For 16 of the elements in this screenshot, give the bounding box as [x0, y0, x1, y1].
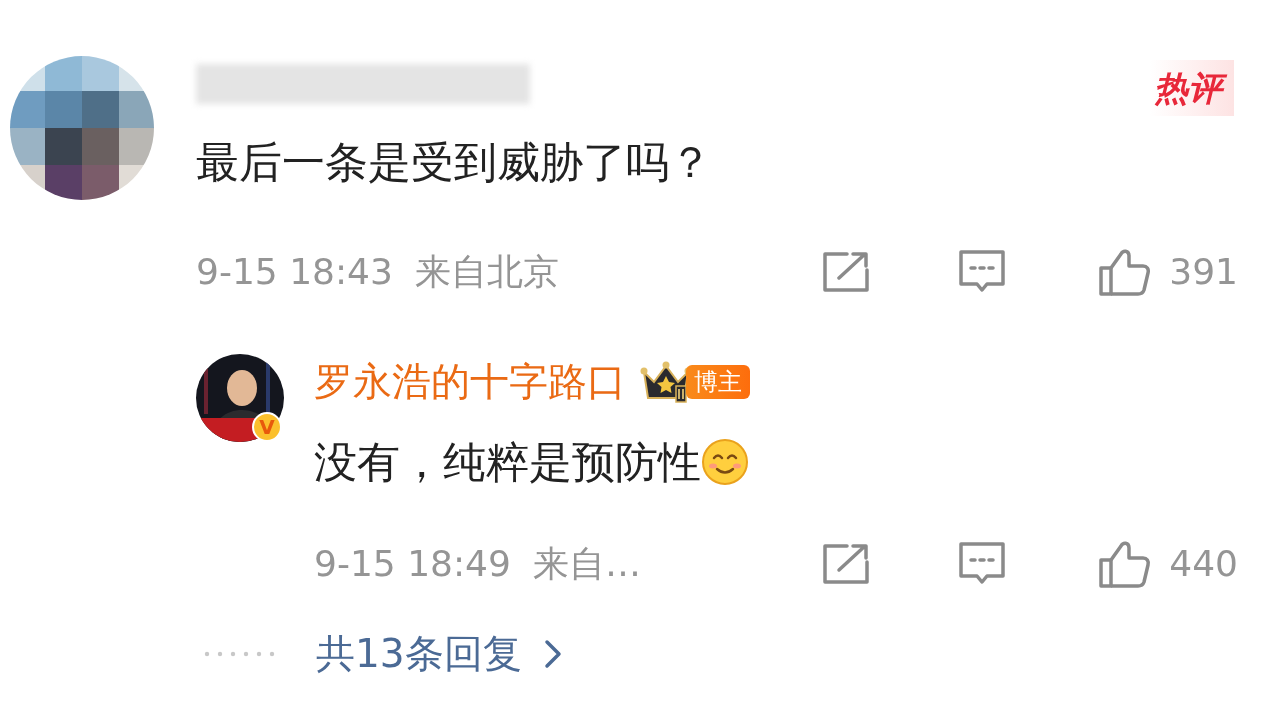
comment-time: 9-15 18:43: [196, 250, 393, 294]
reply-author[interactable]: 罗永浩的十字路口: [314, 352, 626, 412]
smiling-face-icon: [701, 438, 749, 486]
chevron-right-icon: [543, 639, 562, 669]
dots-icon: [204, 651, 276, 657]
blogger-badge: 博主: [686, 365, 750, 399]
share-icon[interactable]: [821, 542, 872, 586]
share-icon[interactable]: [821, 250, 872, 294]
comment-location: 来自…: [532, 542, 641, 586]
reply-text: 没有，纯粹是预防性: [314, 436, 701, 489]
view-replies-link[interactable]: 共13条回复: [316, 624, 562, 684]
comment-time: 9-15 18:49: [314, 542, 511, 586]
comment-location: 来自北京: [414, 250, 559, 294]
comment-text: 最后一条是受到威胁了吗？: [196, 136, 713, 189]
like-count: 391: [1169, 250, 1238, 294]
like-count: 440: [1169, 542, 1238, 586]
